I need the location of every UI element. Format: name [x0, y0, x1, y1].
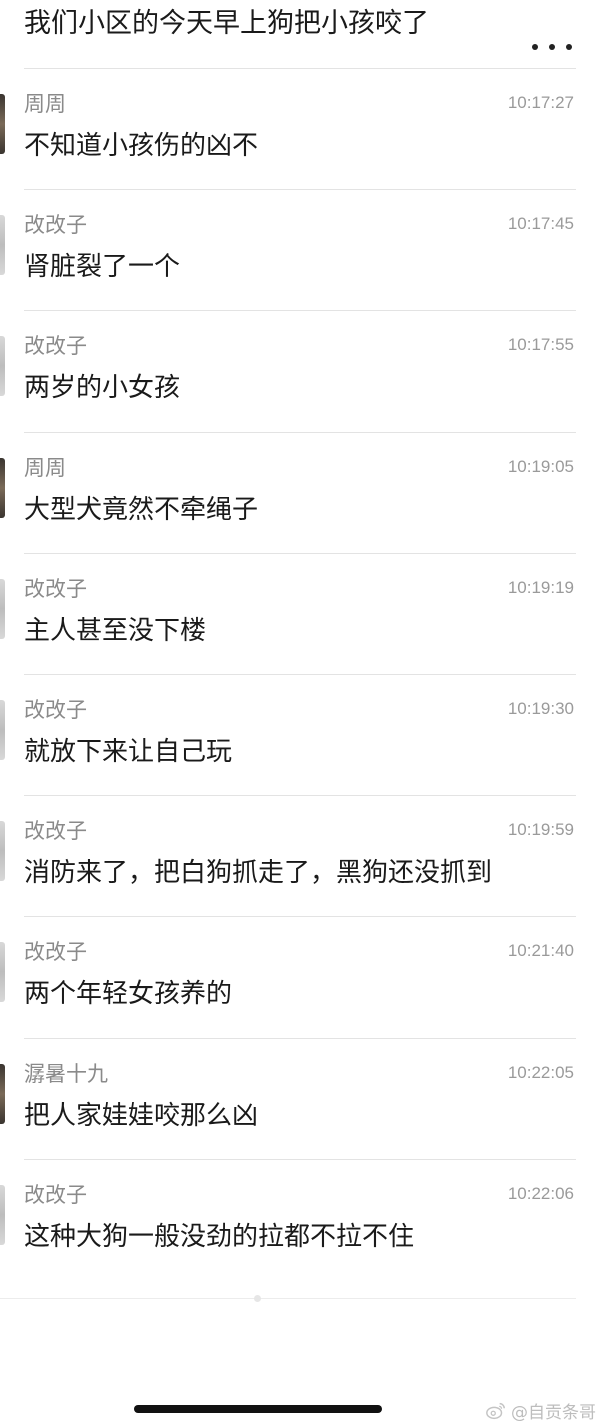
message-time: 10:17:27 [507, 93, 574, 112]
avatar[interactable] [0, 1064, 5, 1124]
weibo-icon [486, 1402, 505, 1419]
avatar[interactable] [0, 94, 5, 154]
avatar[interactable] [0, 700, 5, 760]
message-time: 10:22:05 [507, 1063, 574, 1082]
message-item[interactable]: 改改子 10:19:59 消防来了，把白狗抓走了，黑狗还没抓到 [0, 795, 604, 916]
message-sender: 改改子 [24, 1183, 87, 1207]
watermark: @自贡条哥 [485, 1398, 596, 1423]
message-sender: 周周 [24, 92, 66, 116]
message-sender: 改改子 [24, 698, 87, 722]
message-time: 10:19:30 [507, 699, 574, 718]
avatar[interactable] [0, 821, 5, 881]
home-indicator[interactable] [134, 1405, 382, 1413]
message-text: 不知道小孩伤的凶不 [24, 131, 259, 161]
message-sender: 改改子 [24, 213, 87, 237]
message-time: 10:17:45 [507, 214, 574, 233]
message-text: 肾脏裂了一个 [24, 252, 181, 282]
message-sender: 改改子 [24, 819, 87, 843]
message-text: 就放下来让自己玩 [24, 737, 233, 767]
message-sender: 改改子 [24, 334, 87, 358]
watermark-text: @自贡条哥 [511, 1403, 596, 1423]
message-text: 把人家娃娃咬那么凶 [24, 1101, 259, 1131]
chat-title: 我们小区的今天早上狗把小孩咬了 [24, 8, 429, 39]
message-text: 两岁的小女孩 [24, 373, 181, 403]
avatar[interactable] [0, 215, 5, 275]
message-time: 10:19:59 [507, 820, 574, 839]
message-time: 10:21:40 [507, 941, 574, 960]
message-item[interactable]: 改改子 10:19:30 就放下来让自己玩 [0, 674, 604, 795]
message-sender: 周周 [24, 456, 66, 480]
message-text: 这种大狗一般没劲的拉都不拉不住 [24, 1222, 415, 1252]
message-text: 大型犬竟然不牵绳子 [24, 495, 259, 525]
message-time: 10:17:55 [507, 335, 574, 354]
message-item[interactable]: 改改子 10:22:06 这种大狗一般没劲的拉都不拉不住 [0, 1159, 604, 1280]
scroll-indicator [254, 1295, 261, 1302]
message-text: 主人甚至没下楼 [24, 616, 207, 646]
message-text: 两个年轻女孩养的 [24, 979, 233, 1009]
message-sender: 改改子 [24, 577, 87, 601]
message-item[interactable]: 改改子 10:17:55 两岁的小女孩 [0, 310, 604, 431]
avatar[interactable] [0, 1185, 5, 1245]
more-dot-icon [566, 44, 572, 50]
message-item[interactable]: 改改子 10:17:45 肾脏裂了一个 [0, 189, 604, 310]
message-sender: 潺暑十九 [24, 1062, 108, 1086]
more-dot-icon [532, 44, 538, 50]
avatar[interactable] [0, 579, 5, 639]
message-time: 10:19:05 [507, 457, 574, 476]
more-dot-icon [549, 44, 555, 50]
message-sender: 改改子 [24, 940, 87, 964]
message-item[interactable]: 改改子 10:21:40 两个年轻女孩养的 [0, 916, 604, 1037]
chat-header: 我们小区的今天早上狗把小孩咬了 [0, 0, 604, 68]
more-options-button[interactable] [532, 36, 572, 58]
list-end-divider [0, 1298, 576, 1299]
avatar[interactable] [0, 942, 5, 1002]
avatar[interactable] [0, 336, 5, 396]
message-item[interactable]: 改改子 10:19:19 主人甚至没下楼 [0, 553, 604, 674]
message-item[interactable]: 周周 10:19:05 大型犬竟然不牵绳子 [0, 432, 604, 553]
avatar[interactable] [0, 458, 5, 518]
message-item[interactable]: 周周 10:17:27 不知道小孩伤的凶不 [0, 68, 604, 189]
message-time: 10:22:06 [507, 1184, 574, 1203]
message-time: 10:19:19 [507, 578, 574, 597]
message-text: 消防来了，把白狗抓走了，黑狗还没抓到 [24, 858, 493, 888]
message-item[interactable]: 潺暑十九 10:22:05 把人家娃娃咬那么凶 [0, 1038, 604, 1159]
